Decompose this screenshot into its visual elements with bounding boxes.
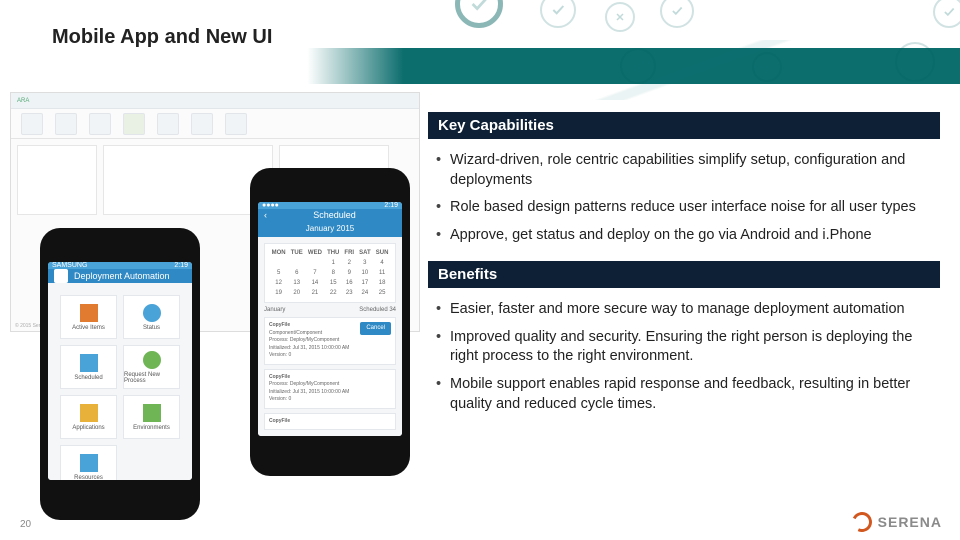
phone-mock-android: SAMSUNG2:19 Deployment Automation Active…	[40, 228, 200, 520]
bullet: Role based design patterns reduce user i…	[428, 194, 940, 222]
schedule-card: CopyFile	[264, 413, 396, 431]
serena-logo-icon	[849, 509, 875, 535]
screenshot-composite: ARA © 2015 Serena Software, Inc. SAMSUNG…	[10, 92, 420, 492]
schedule-card: CopyFile Process: Deploy/MyComponent Ini…	[264, 369, 396, 409]
check-icon	[933, 0, 960, 28]
schedule-card: CopyFileCancel Component/Component Proce…	[264, 317, 396, 365]
brand-text: SERENA	[878, 514, 942, 530]
cross-icon	[605, 2, 635, 32]
check-icon	[455, 0, 503, 28]
benefits-list: Easier, faster and more secure way to ma…	[428, 288, 940, 430]
bullet: Approve, get status and deploy on the go…	[428, 222, 940, 250]
bullet: Easier, faster and more secure way to ma…	[428, 296, 940, 324]
diagonal-accent	[420, 40, 960, 100]
app-header: Deployment Automation	[74, 271, 170, 281]
text-content: Key Capabilities Wizard-driven, role cen…	[428, 112, 940, 430]
bullet: Wizard-driven, role centric capabilities…	[428, 147, 940, 194]
capabilities-heading: Key Capabilities	[428, 112, 940, 139]
calendar: MONTUEWEDTHUFRISATSUN 1234 567891011 121…	[264, 243, 396, 303]
browser-title: ARA	[17, 98, 29, 104]
benefits-heading: Benefits	[428, 261, 940, 288]
page-number: 20	[20, 519, 31, 530]
check-icon	[540, 0, 576, 28]
capabilities-list: Wizard-driven, role centric capabilities…	[428, 139, 940, 261]
month-label: January 2015	[258, 220, 402, 237]
tile-grid: Active Items Status Scheduled Request Ne…	[54, 289, 186, 480]
bullet: Improved quality and security. Ensuring …	[428, 324, 940, 371]
slide-title: Mobile App and New UI	[52, 26, 272, 49]
brand-logo: SERENA	[852, 512, 942, 532]
scheduled-header: Scheduled	[273, 210, 396, 220]
phone-mock-iphone: ●●●●2:19 ‹Scheduled January 2015 MONTUEW…	[250, 168, 410, 476]
bullet: Mobile support enables rapid response an…	[428, 371, 940, 418]
check-icon	[660, 0, 694, 28]
